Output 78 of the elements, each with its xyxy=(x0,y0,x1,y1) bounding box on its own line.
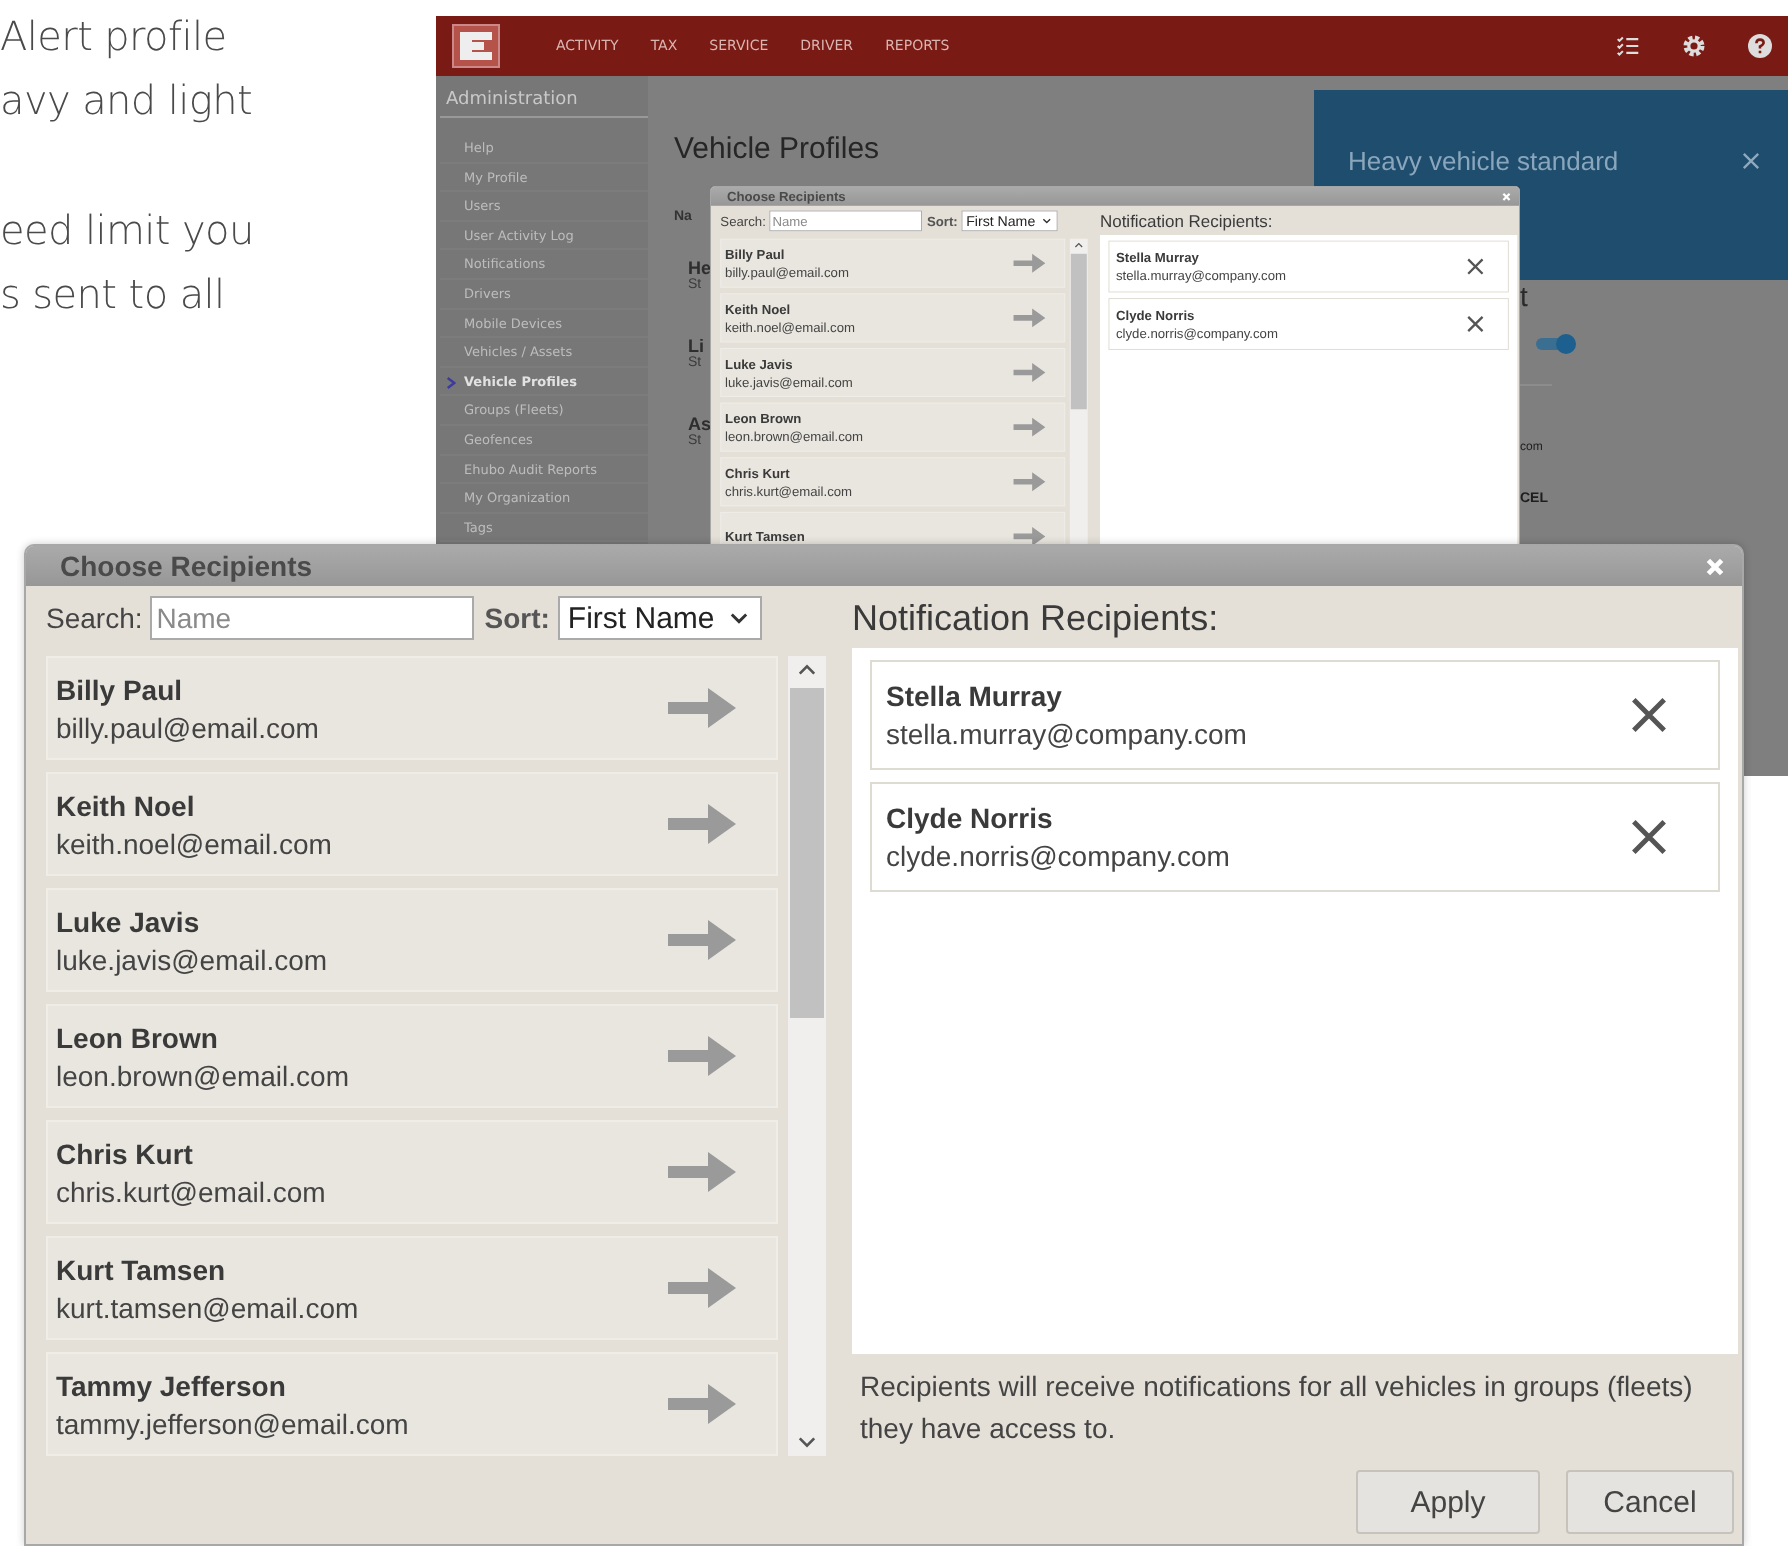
profile-name: Li xyxy=(688,336,704,356)
candidate-item[interactable]: Chris Kurt chris.kurt@email.com xyxy=(46,1120,778,1224)
arrow-right-icon[interactable] xyxy=(668,1034,736,1078)
remove-icon[interactable] xyxy=(1630,696,1668,734)
checklist-icon[interactable] xyxy=(1616,34,1640,58)
arrow-right-icon[interactable] xyxy=(668,1382,736,1426)
arrow-right-icon[interactable] xyxy=(668,686,736,730)
arrow-right-icon[interactable] xyxy=(668,1150,736,1194)
dialog-button[interactable]: Apply xyxy=(1356,1470,1540,1534)
arrow-right-icon[interactable] xyxy=(668,802,736,846)
candidate-item[interactable]: Tammy Jefferson tammy.jefferson@email.com xyxy=(46,1352,778,1456)
scrollbar[interactable] xyxy=(788,656,826,1456)
sort-label: Sort: xyxy=(484,602,550,634)
detail-title: Heavy vehicle standard xyxy=(1348,146,1619,176)
toggle-switch[interactable] xyxy=(1536,338,1572,350)
arrow-right-icon[interactable] xyxy=(1013,252,1046,274)
candidate-item[interactable]: Kurt Tamsen kurt.tamsen@email.com xyxy=(46,1236,778,1340)
remove-icon[interactable] xyxy=(1466,315,1485,333)
arrow-right-icon[interactable] xyxy=(1013,362,1046,383)
candidate-email: keith.noel@email.com xyxy=(56,827,332,859)
candidate-item[interactable]: Billy Paul billy.paul@email.com xyxy=(46,656,778,760)
arrow-right-icon[interactable] xyxy=(1013,416,1046,438)
candidate-item[interactable]: Luke Javis luke.javis@email.com xyxy=(46,888,778,992)
chevron-down-icon xyxy=(729,612,748,624)
detail-heading: t xyxy=(1520,280,1528,312)
logo-icon[interactable] xyxy=(452,24,500,68)
arrow-right-icon[interactable] xyxy=(1013,307,1046,329)
sort-dropdown[interactable]: First Name xyxy=(557,596,762,640)
profile-name: He xyxy=(688,258,712,278)
candidate-name: Chris Kurt xyxy=(56,1137,195,1169)
caret-down-icon[interactable] xyxy=(798,1436,816,1448)
scrollbar-thumb[interactable] xyxy=(790,688,824,1018)
candidate-email: billy.paul@email.com xyxy=(56,711,319,743)
recipients-heading: Notification Recipients: xyxy=(852,596,1221,642)
dialog-title: Choose Recipients xyxy=(60,550,313,582)
arrow-right-icon[interactable] xyxy=(1013,471,1046,493)
settings-icon[interactable] xyxy=(1682,34,1706,58)
arrow-right-icon[interactable] xyxy=(1013,526,1046,544)
scrollbar[interactable] xyxy=(1069,238,1088,544)
candidate-name: Billy Paul xyxy=(56,673,185,705)
intro-text-line: eed limit you xyxy=(0,204,254,258)
intro-text-line: Alert profile xyxy=(0,10,229,64)
chevron-down-icon xyxy=(1042,218,1051,224)
candidate-name: Leon Brown xyxy=(56,1021,220,1053)
candidate-name: Kurt Tamsen xyxy=(56,1253,228,1285)
remove-icon[interactable] xyxy=(1466,257,1485,276)
arrow-right-icon[interactable] xyxy=(668,918,736,962)
candidate-email: leon.brown@email.com xyxy=(56,1059,349,1091)
intro-text-line: avy and light xyxy=(0,74,254,128)
caret-up-icon[interactable] xyxy=(798,664,816,676)
candidate-name: Luke Javis xyxy=(56,905,202,937)
sidebar-title: Administration xyxy=(440,84,648,118)
candidate-item[interactable]: Leon Brown leon.brown@email.com xyxy=(46,1004,778,1108)
candidate-email: luke.javis@email.com xyxy=(56,943,328,975)
candidate-email: kurt.tamsen@email.com xyxy=(56,1291,359,1323)
page-title: Vehicle Profiles xyxy=(674,132,880,166)
recipients-heading: Notification Recipients: xyxy=(1100,209,1275,233)
info-note: Recipients will receive notifications for all vehicles in groups (fleets) they have access to. xyxy=(858,1368,1695,1448)
close-icon[interactable] xyxy=(1742,152,1760,170)
recipient-name: Stella Murray xyxy=(886,680,1064,712)
profile-name: As xyxy=(688,414,712,434)
remove-icon[interactable] xyxy=(1630,818,1668,856)
arrow-right-icon[interactable] xyxy=(668,1266,736,1310)
search-field[interactable]: Name xyxy=(150,596,475,640)
scrollbar-thumb[interactable] xyxy=(1070,253,1087,410)
dialog-button[interactable]: Cancel xyxy=(1566,1470,1734,1534)
chevron-right-icon xyxy=(446,375,456,390)
candidate-email: chris.kurt@email.com xyxy=(56,1175,326,1207)
recipient-name: Clyde Norris xyxy=(886,802,1055,834)
candidate-name: Keith Noel xyxy=(56,789,197,821)
candidate-item[interactable]: Keith Noel keith.noel@email.com xyxy=(46,772,778,876)
recipient-email: clyde.norris@company.com xyxy=(886,840,1230,872)
search-label: Search: xyxy=(46,602,143,634)
help-icon[interactable] xyxy=(1748,34,1772,58)
recipient-email: stella.murray@company.com xyxy=(886,718,1247,750)
candidate-name: Tammy Jefferson xyxy=(56,1369,288,1401)
candidate-email: tammy.jefferson@email.com xyxy=(56,1407,409,1439)
intro-text-line: s sent to all xyxy=(0,268,227,322)
